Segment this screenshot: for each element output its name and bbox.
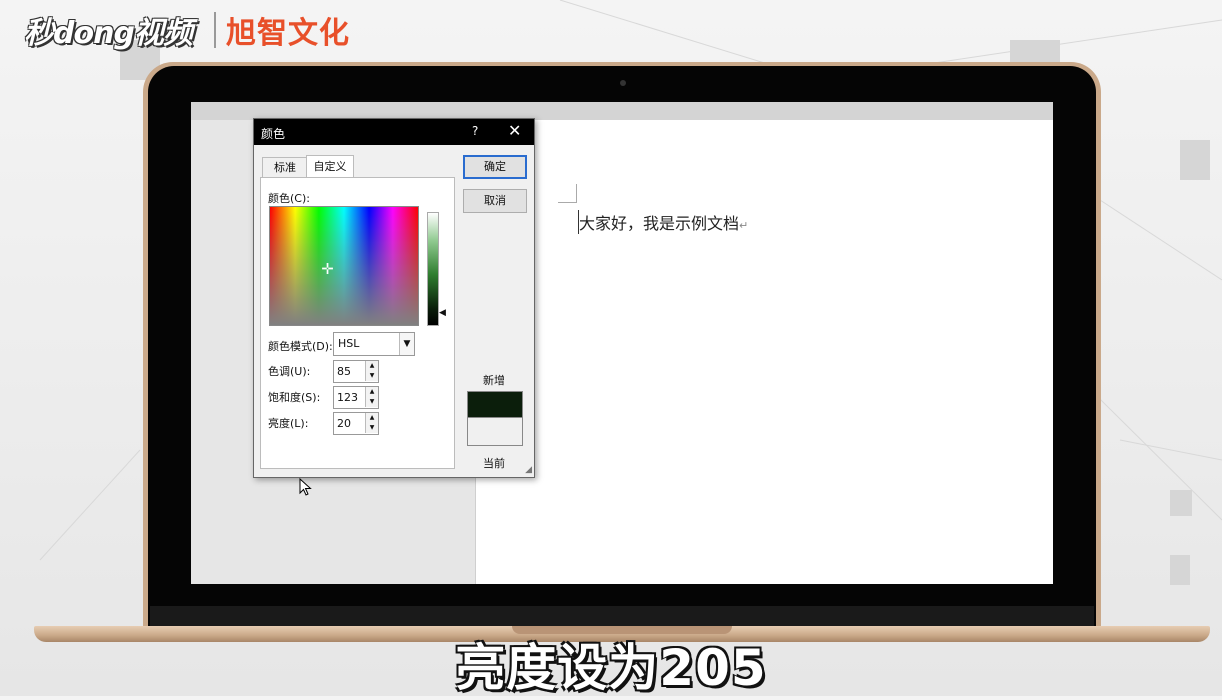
saturation-label: 饱和度(S): xyxy=(268,391,321,404)
tab-custom[interactable]: 自定义 xyxy=(306,155,354,178)
color-dialog: 颜色 ? ✕ 标准 自定义 颜色(C): ✛ ◀ 颜色模式(D): HSL ▼ … xyxy=(253,118,535,496)
document-page[interactable]: 大家好，我是示例文档↵ xyxy=(475,120,1053,584)
brand-logo-left: 秒dong视频 xyxy=(24,16,193,51)
spin-down-icon[interactable]: ▼ xyxy=(365,371,378,381)
new-color-label: 新增 xyxy=(483,374,505,387)
new-color-swatch xyxy=(467,391,523,418)
webcam-icon xyxy=(620,80,626,86)
hue-stepper[interactable]: 85 ▲ ▼ xyxy=(333,360,379,383)
bezel-bottom xyxy=(150,606,1094,628)
ok-button[interactable]: 确定 xyxy=(463,155,527,179)
current-color-swatch xyxy=(467,417,523,446)
document-text[interactable]: 大家好，我是示例文档↵ xyxy=(579,210,748,234)
color-mode-select[interactable]: HSL ▼ xyxy=(333,332,415,356)
hue-value: 85 xyxy=(337,365,351,378)
luminance-stepper[interactable]: 20 ▲ ▼ xyxy=(333,412,379,435)
resize-grip-icon[interactable]: ◢ xyxy=(525,465,532,475)
margin-corner-mark xyxy=(558,202,576,203)
paragraph-mark-icon: ↵ xyxy=(739,219,749,232)
spin-down-icon[interactable]: ▼ xyxy=(365,423,378,433)
custom-tab-panel: 颜色(C): ✛ ◀ 颜色模式(D): HSL ▼ 色调(U): 85 ▲ ▼ … xyxy=(260,177,455,496)
colors-label: 颜色(C): xyxy=(268,192,310,205)
margin-corner-mark-vertical xyxy=(576,184,577,203)
mouse-pointer-icon xyxy=(299,478,312,496)
color-spectrum-picker[interactable]: ✛ xyxy=(269,206,419,326)
color-mode-value: HSL xyxy=(338,337,360,350)
saturation-stepper[interactable]: 123 ▲ ▼ xyxy=(333,386,379,409)
document-paragraph: 大家好，我是示例文档 xyxy=(579,214,740,233)
video-subtitle: 亮度设为205 xyxy=(455,639,767,697)
laptop-screen: 大家好，我是示例文档↵ 颜色 ? ✕ 标准 自定义 颜色(C): ✛ ◀ 颜色模… xyxy=(191,102,1053,584)
hue-label: 色调(U): xyxy=(268,365,311,378)
current-color-label: 当前 xyxy=(483,457,505,470)
logo-divider xyxy=(214,12,216,48)
spin-down-icon[interactable]: ▼ xyxy=(365,397,378,407)
luminance-value: 20 xyxy=(337,417,351,430)
saturation-value: 123 xyxy=(337,391,358,404)
help-icon[interactable]: ? xyxy=(472,124,478,138)
brand-logo-right: 旭智文化 xyxy=(226,16,350,51)
close-icon[interactable]: ✕ xyxy=(508,121,521,140)
dialog-titlebar[interactable]: 颜色 ? ✕ xyxy=(254,119,534,145)
tab-standard[interactable]: 标准 xyxy=(262,157,308,178)
crosshair-icon: ✛ xyxy=(321,260,334,278)
color-mode-label: 颜色模式(D): xyxy=(268,340,333,353)
cancel-button[interactable]: 取消 xyxy=(463,189,527,213)
slider-arrow-icon[interactable]: ◀ xyxy=(439,308,446,318)
chevron-down-icon[interactable]: ▼ xyxy=(399,333,414,355)
dialog-title: 颜色 xyxy=(261,127,286,141)
luminance-label: 亮度(L): xyxy=(268,417,309,430)
luminance-slider[interactable] xyxy=(427,212,439,326)
